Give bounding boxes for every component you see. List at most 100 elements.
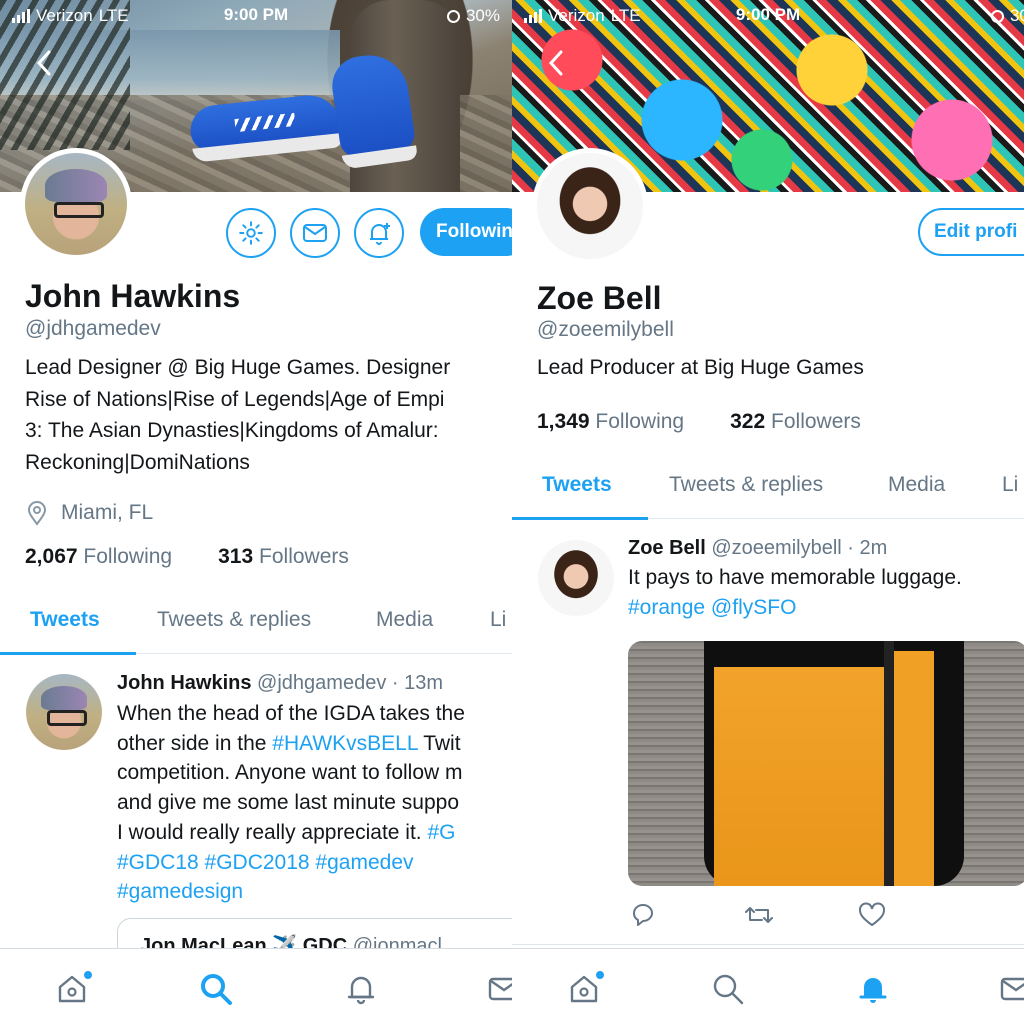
following-button[interactable]: Following: [420, 208, 512, 256]
like-button[interactable]: [858, 902, 886, 934]
followers-count[interactable]: 322 Followers: [730, 410, 861, 434]
status-bar: Verizon LTE 9:00 PM 30%: [512, 0, 1024, 32]
tweet-body: When the head of the IGDA takes the othe…: [117, 699, 465, 907]
tweet-text-fragment: I would really really appreciate it.: [117, 820, 428, 844]
bio-line: Reckoning|DomiNations: [25, 450, 250, 474]
tab-media[interactable]: Media: [888, 473, 945, 497]
hashtag-line[interactable]: #GDC18 #GDC2018 #gamedev: [117, 848, 465, 878]
chevron-left-icon: [548, 50, 563, 76]
heart-icon: [859, 902, 885, 927]
tweet-body: It pays to have memorable luggage. #oran…: [628, 563, 962, 622]
settings-button[interactable]: [226, 208, 276, 258]
tweet-avatar[interactable]: [538, 540, 614, 616]
unread-dot: [84, 971, 92, 979]
rotation-lock-icon: [990, 9, 1004, 23]
tweet-header: Zoe Bell @zoeemilybell · 2m: [628, 537, 887, 560]
tweet-line: competition. Anyone want to follow m: [117, 761, 463, 785]
profile-avatar[interactable]: [20, 148, 132, 260]
hashtag-link[interactable]: #orange: [628, 596, 705, 619]
tab-tweets[interactable]: Tweets: [542, 473, 612, 497]
battery-label: 30%: [1009, 6, 1024, 25]
retweet-icon: [745, 907, 773, 923]
retweet-button[interactable]: [744, 902, 774, 934]
tab-media[interactable]: Media: [376, 608, 433, 632]
followers-count[interactable]: 313 Followers: [218, 545, 349, 569]
tab-tweets-replies[interactable]: Tweets & replies: [669, 473, 823, 497]
hashtag-link[interactable]: #G: [427, 821, 455, 844]
bio-line: 3: The Asian Dynasties|Kingdoms of Amalu…: [25, 419, 439, 442]
following-count[interactable]: 1,349 Following: [537, 410, 684, 434]
tweet-divider: [512, 944, 1024, 945]
notifications-tab[interactable]: [341, 969, 381, 1009]
edit-profile-button[interactable]: Edit profi: [918, 208, 1024, 256]
profile-tabs: Tweets Tweets & replies Media Li: [512, 455, 1024, 520]
search-tab[interactable]: [196, 969, 236, 1009]
mail-icon: [1000, 977, 1024, 1001]
home-tab[interactable]: [564, 969, 604, 1009]
profile-name: John Hawkins: [25, 278, 241, 314]
reply-button[interactable]: [630, 902, 656, 934]
profile-bio: Lead Producer at Big Huge Games: [537, 356, 864, 379]
search-icon: [201, 974, 232, 1005]
following-count[interactable]: 2,067 Following: [25, 545, 172, 569]
profile-bio: Lead Designer @ Big Huge Games. Designer…: [25, 352, 450, 478]
messages-tab[interactable]: [484, 969, 512, 1009]
tweet-line: I would really really appreciate it. #G: [117, 818, 465, 848]
tab-tweets-replies[interactable]: Tweets & replies: [157, 608, 311, 632]
tweet-author-name[interactable]: Zoe Bell: [628, 537, 706, 559]
message-button[interactable]: [290, 208, 340, 258]
tweet-text-fragment: Twit: [417, 731, 461, 755]
bell-icon: [347, 976, 375, 1005]
hashtag-link[interactable]: #HAWKvsBELL: [272, 732, 418, 755]
notifications-toggle-button[interactable]: [354, 208, 404, 258]
tab-likes[interactable]: Li: [490, 608, 506, 632]
messages-tab[interactable]: [996, 969, 1024, 1009]
tweet-line: and give me some last minute suppo: [117, 791, 460, 815]
clock: 9:00 PM: [223, 5, 289, 24]
following-number: 1,349: [537, 410, 590, 433]
chevron-left-icon: [36, 50, 51, 76]
status-bar: Verizon LTE 9:00 PM 30%: [0, 0, 512, 32]
notifications-tab[interactable]: [853, 969, 893, 1009]
tweet-line: When the head of the IGDA takes the: [117, 702, 465, 725]
tweet-line: #orange @flySFO: [628, 593, 962, 623]
home-tab[interactable]: [52, 969, 92, 1009]
profile-handle: @zoeemilybell: [537, 318, 674, 341]
tweet-text-fragment: other side in the: [117, 731, 273, 755]
followers-number: 313: [218, 545, 254, 568]
following-number: 2,067: [25, 545, 78, 568]
hashtag-line[interactable]: #gamedesign: [117, 877, 465, 907]
profile-handle: @jdhgamedev: [25, 317, 161, 340]
reply-icon: [633, 904, 653, 926]
bio-line: Lead Designer @ Big Huge Games. Designer: [25, 356, 451, 379]
followers-number: 322: [730, 410, 766, 433]
profile-avatar[interactable]: [532, 148, 648, 264]
mention-link[interactable]: @flySFO: [711, 596, 797, 619]
unread-dot: [596, 971, 604, 979]
tweet-header: John Hawkins @jdhgamedev · 13m: [117, 672, 443, 695]
tweet-author-handle: @jdhgamedev: [257, 672, 387, 694]
bottom-tab-bar: [512, 948, 1024, 1024]
tweet-photo[interactable]: [628, 641, 1024, 886]
search-icon: [713, 974, 744, 1005]
tab-tweets[interactable]: Tweets: [30, 608, 100, 632]
rotation-lock-icon: [446, 9, 460, 23]
mail-icon: [303, 224, 327, 242]
active-tab-indicator: [0, 652, 136, 655]
profile-location: Miami, FL: [25, 500, 153, 526]
tab-likes[interactable]: Li: [1002, 473, 1018, 497]
tweet-timestamp: · 2m: [847, 537, 888, 559]
search-tab[interactable]: [708, 969, 748, 1009]
tweet-avatar[interactable]: [26, 674, 102, 750]
back-button[interactable]: [548, 50, 564, 83]
mail-icon: [488, 977, 512, 1001]
following-label: Following: [83, 545, 173, 568]
tweet-line: other side in the #HAWKvsBELL Twit: [117, 729, 465, 759]
back-button[interactable]: [36, 50, 52, 83]
location-pin-icon: [27, 501, 47, 526]
profile-name: Zoe Bell: [537, 280, 662, 316]
profile-pane-john: Verizon LTE 9:00 PM 30% Following John H…: [0, 0, 512, 1024]
bell-plus-icon: [370, 223, 390, 245]
tweet-author-name[interactable]: John Hawkins: [117, 672, 251, 694]
tweet-timestamp: · 13m: [391, 672, 444, 694]
